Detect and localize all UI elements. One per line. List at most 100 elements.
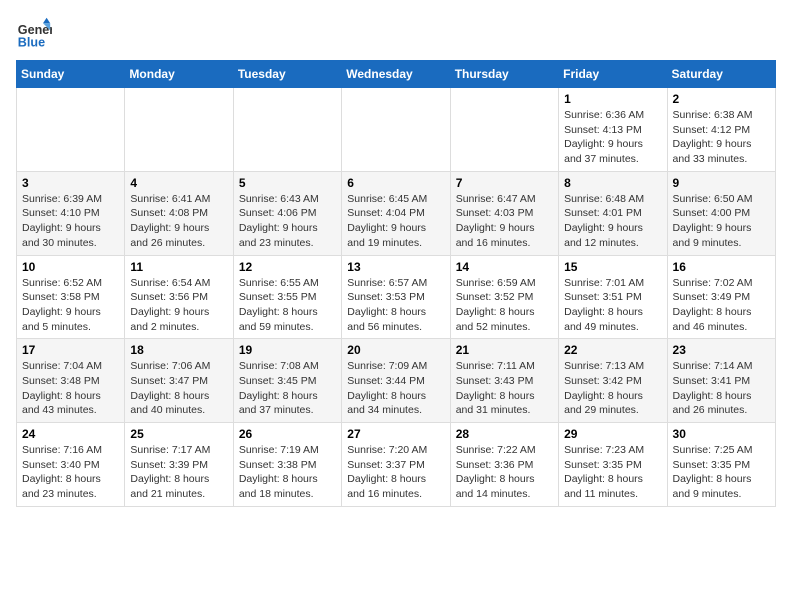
- calendar-week-row: 17Sunrise: 7:04 AM Sunset: 3:48 PM Dayli…: [17, 339, 776, 423]
- day-number: 2: [673, 92, 770, 106]
- calendar-week-row: 3 Sunrise: 6:39 AM Sunset: 4:10 PM Daylig…: [17, 171, 776, 255]
- day-number: 29: [564, 427, 661, 441]
- calendar-cell: 16Sunrise: 7:02 AM Sunset: 3:49 PM Dayli…: [667, 255, 775, 339]
- day-info: Sunrise: 7:08 AM Sunset: 3:45 PM Dayligh…: [239, 359, 336, 418]
- day-number: 7: [456, 176, 553, 190]
- calendar-cell: [233, 88, 341, 172]
- day-info: Sunrise: 6:57 AM Sunset: 3:53 PM Dayligh…: [347, 276, 444, 335]
- day-info: Sunrise: 6:50 AM Sunset: 4:00 PM Dayligh…: [673, 192, 770, 251]
- day-info: Sunrise: 6:55 AM Sunset: 3:55 PM Dayligh…: [239, 276, 336, 335]
- day-number: 8: [564, 176, 661, 190]
- day-info: Sunrise: 6:38 AM Sunset: 4:12 PM Dayligh…: [673, 108, 770, 167]
- calendar-cell: 8 Sunrise: 6:48 AM Sunset: 4:01 PM Daylig…: [559, 171, 667, 255]
- day-number: 14: [456, 260, 553, 274]
- day-info: Sunrise: 7:16 AM Sunset: 3:40 PM Dayligh…: [22, 443, 119, 502]
- day-info: Sunrise: 7:22 AM Sunset: 3:36 PM Dayligh…: [456, 443, 553, 502]
- day-number: 3: [22, 176, 119, 190]
- calendar-cell: 15 Sunrise: 7:01 AM Sunset: 3:51 PM Dayli…: [559, 255, 667, 339]
- calendar-cell: 9 Sunrise: 6:50 AM Sunset: 4:00 PM Daylig…: [667, 171, 775, 255]
- calendar-cell: 24 Sunrise: 7:16 AM Sunset: 3:40 PM Dayli…: [17, 423, 125, 507]
- day-info: Sunrise: 7:11 AM Sunset: 3:43 PM Dayligh…: [456, 359, 553, 418]
- day-number: 28: [456, 427, 553, 441]
- calendar-cell: 25 Sunrise: 7:17 AM Sunset: 3:39 PM Dayli…: [125, 423, 233, 507]
- day-number: 6: [347, 176, 444, 190]
- calendar-cell: 21 Sunrise: 7:11 AM Sunset: 3:43 PM Dayli…: [450, 339, 558, 423]
- calendar-table: SundayMondayTuesdayWednesdayThursdayFrid…: [16, 60, 776, 507]
- day-info: Sunrise: 7:04 AM Sunset: 3:48 PM Dayligh…: [22, 359, 119, 418]
- calendar-cell: 5 Sunrise: 6:43 AM Sunset: 4:06 PM Daylig…: [233, 171, 341, 255]
- day-info: Sunrise: 6:41 AM Sunset: 4:08 PM Dayligh…: [130, 192, 227, 251]
- calendar-cell: 7 Sunrise: 6:47 AM Sunset: 4:03 PM Daylig…: [450, 171, 558, 255]
- day-info: Sunrise: 7:02 AM Sunset: 3:49 PM Dayligh…: [673, 276, 770, 335]
- day-number: 21: [456, 343, 553, 357]
- calendar-cell: 20Sunrise: 7:09 AM Sunset: 3:44 PM Dayli…: [342, 339, 450, 423]
- day-number: 19: [239, 343, 336, 357]
- day-number: 27: [347, 427, 444, 441]
- day-number: 20: [347, 343, 444, 357]
- calendar-cell: 22 Sunrise: 7:13 AM Sunset: 3:42 PM Dayli…: [559, 339, 667, 423]
- calendar-header-row: SundayMondayTuesdayWednesdayThursdayFrid…: [17, 61, 776, 88]
- calendar-cell: [125, 88, 233, 172]
- day-number: 15: [564, 260, 661, 274]
- calendar-cell: 10 Sunrise: 6:52 AM Sunset: 3:58 PM Dayli…: [17, 255, 125, 339]
- svg-text:Blue: Blue: [18, 36, 45, 50]
- calendar-cell: 6 Sunrise: 6:45 AM Sunset: 4:04 PM Daylig…: [342, 171, 450, 255]
- day-number: 1: [564, 92, 661, 106]
- calendar-day-header: Monday: [125, 61, 233, 88]
- day-number: 5: [239, 176, 336, 190]
- day-info: Sunrise: 7:25 AM Sunset: 3:35 PM Dayligh…: [673, 443, 770, 502]
- day-info: Sunrise: 7:13 AM Sunset: 3:42 PM Dayligh…: [564, 359, 661, 418]
- day-info: Sunrise: 6:39 AM Sunset: 4:10 PM Dayligh…: [22, 192, 119, 251]
- logo-icon: General Blue: [16, 16, 52, 52]
- day-info: Sunrise: 6:43 AM Sunset: 4:06 PM Dayligh…: [239, 192, 336, 251]
- calendar-cell: 27Sunrise: 7:20 AM Sunset: 3:37 PM Dayli…: [342, 423, 450, 507]
- calendar-cell: 29Sunrise: 7:23 AM Sunset: 3:35 PM Dayli…: [559, 423, 667, 507]
- day-number: 9: [673, 176, 770, 190]
- calendar-cell: 11 Sunrise: 6:54 AM Sunset: 3:56 PM Dayli…: [125, 255, 233, 339]
- calendar-cell: 30 Sunrise: 7:25 AM Sunset: 3:35 PM Dayli…: [667, 423, 775, 507]
- calendar-cell: 19 Sunrise: 7:08 AM Sunset: 3:45 PM Dayli…: [233, 339, 341, 423]
- day-number: 24: [22, 427, 119, 441]
- day-number: 10: [22, 260, 119, 274]
- calendar-cell: 14 Sunrise: 6:59 AM Sunset: 3:52 PM Dayli…: [450, 255, 558, 339]
- day-info: Sunrise: 6:59 AM Sunset: 3:52 PM Dayligh…: [456, 276, 553, 335]
- calendar-cell: 4 Sunrise: 6:41 AM Sunset: 4:08 PM Daylig…: [125, 171, 233, 255]
- calendar-day-header: Wednesday: [342, 61, 450, 88]
- day-info: Sunrise: 7:19 AM Sunset: 3:38 PM Dayligh…: [239, 443, 336, 502]
- day-info: Sunrise: 7:17 AM Sunset: 3:39 PM Dayligh…: [130, 443, 227, 502]
- day-number: 25: [130, 427, 227, 441]
- day-info: Sunrise: 6:45 AM Sunset: 4:04 PM Dayligh…: [347, 192, 444, 251]
- calendar-cell: 18 Sunrise: 7:06 AM Sunset: 3:47 PM Dayli…: [125, 339, 233, 423]
- day-info: Sunrise: 6:47 AM Sunset: 4:03 PM Dayligh…: [456, 192, 553, 251]
- day-info: Sunrise: 7:01 AM Sunset: 3:51 PM Dayligh…: [564, 276, 661, 335]
- calendar-day-header: Saturday: [667, 61, 775, 88]
- calendar-day-header: Sunday: [17, 61, 125, 88]
- calendar-cell: 2 Sunrise: 6:38 AM Sunset: 4:12 PM Daylig…: [667, 88, 775, 172]
- calendar-cell: 23Sunrise: 7:14 AM Sunset: 3:41 PM Dayli…: [667, 339, 775, 423]
- day-info: Sunrise: 7:14 AM Sunset: 3:41 PM Dayligh…: [673, 359, 770, 418]
- day-info: Sunrise: 7:06 AM Sunset: 3:47 PM Dayligh…: [130, 359, 227, 418]
- calendar-week-row: 24 Sunrise: 7:16 AM Sunset: 3:40 PM Dayli…: [17, 423, 776, 507]
- calendar-week-row: 1 Sunrise: 6:36 AM Sunset: 4:13 PM Daylig…: [17, 88, 776, 172]
- calendar-cell: 1 Sunrise: 6:36 AM Sunset: 4:13 PM Daylig…: [559, 88, 667, 172]
- day-info: Sunrise: 6:52 AM Sunset: 3:58 PM Dayligh…: [22, 276, 119, 335]
- calendar-cell: 26 Sunrise: 7:19 AM Sunset: 3:38 PM Dayli…: [233, 423, 341, 507]
- day-number: 22: [564, 343, 661, 357]
- day-number: 13: [347, 260, 444, 274]
- day-info: Sunrise: 6:48 AM Sunset: 4:01 PM Dayligh…: [564, 192, 661, 251]
- page-header: General Blue: [16, 16, 776, 52]
- logo: General Blue: [16, 16, 52, 52]
- day-number: 11: [130, 260, 227, 274]
- day-info: Sunrise: 6:54 AM Sunset: 3:56 PM Dayligh…: [130, 276, 227, 335]
- calendar-cell: 12 Sunrise: 6:55 AM Sunset: 3:55 PM Dayli…: [233, 255, 341, 339]
- calendar-day-header: Tuesday: [233, 61, 341, 88]
- day-number: 26: [239, 427, 336, 441]
- day-number: 4: [130, 176, 227, 190]
- day-number: 18: [130, 343, 227, 357]
- calendar-day-header: Thursday: [450, 61, 558, 88]
- day-number: 30: [673, 427, 770, 441]
- calendar-cell: [342, 88, 450, 172]
- day-number: 12: [239, 260, 336, 274]
- day-info: Sunrise: 6:36 AM Sunset: 4:13 PM Dayligh…: [564, 108, 661, 167]
- calendar-cell: [450, 88, 558, 172]
